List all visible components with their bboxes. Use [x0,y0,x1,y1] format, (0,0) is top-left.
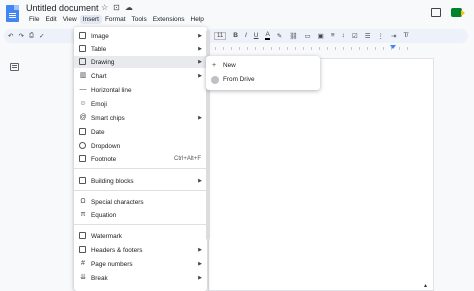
menu-item-footnote[interactable]: Footnote Ctrl+Alt+F [74,153,207,165]
drawing-icon [79,58,87,66]
comment-history-icon[interactable] [431,8,441,17]
submenu-arrow-icon: ▶ [198,115,202,121]
line-spacing-icon[interactable]: ↕ [342,32,345,39]
menu-item-smart-chips[interactable]: @ Smart chips ▶ [74,112,207,124]
emoji-icon: ☺ [79,100,87,107]
submenu-arrow-icon: ▶ [198,178,202,184]
move-folder-icon[interactable]: ⊡ [113,3,120,12]
special-characters-icon: Ω [80,198,86,205]
indent-icon[interactable]: ⇥ [391,32,396,40]
ruler[interactable] [215,45,415,51]
document-page[interactable] [208,58,434,291]
submenu-item-from-drive[interactable]: From Drive [206,73,320,86]
menu-item-emoji[interactable]: ☺ Emoji [74,98,207,110]
highlight-icon[interactable]: ✎ [277,32,282,40]
horizontal-line-icon: — [79,86,87,93]
text-color-button[interactable]: A [265,31,270,40]
menu-item-table[interactable]: Table ▶ [74,43,207,55]
spellcheck-icon[interactable]: ✓ [39,32,44,40]
submenu-arrow-icon: ▶ [198,261,202,267]
dropdown-icon [79,142,87,150]
italic-button[interactable]: I [245,32,247,39]
indent-marker-icon[interactable] [390,45,396,49]
chart-icon: ▥ [79,72,87,79]
footnote-shortcut: Ctrl+Alt+F [173,156,201,162]
watermark-icon [79,232,87,240]
submenu-item-new[interactable]: + New [206,59,320,72]
submenu-arrow-icon: ▶ [198,59,202,65]
link-icon[interactable]: ⛓ [289,32,297,40]
menu-tools[interactable]: Tools [129,15,150,24]
insert-image-icon[interactable]: ▣ [318,32,324,40]
building-blocks-icon [79,177,87,185]
menu-separator [74,190,207,191]
smart-chips-icon: @ [79,114,87,121]
undo-icon[interactable]: ↶ [8,32,13,40]
menu-extensions[interactable]: Extensions [150,15,188,24]
document-title[interactable]: Untitled document [26,3,99,13]
menu-help[interactable]: Help [188,15,207,24]
menu-item-dropdown[interactable]: Dropdown [74,140,207,152]
drawing-submenu: + New From Drive [206,56,320,90]
menu-item-date[interactable]: Date [74,126,207,138]
menu-item-building-blocks[interactable]: Building blocks ▶ [74,175,207,187]
menu-item-watermark[interactable]: Watermark [74,230,207,242]
menu-item-chart[interactable]: ▥ Chart ▶ [74,70,207,82]
menu-item-page-numbers[interactable]: # Page numbers ▶ [74,258,207,270]
menu-separator [74,224,207,225]
menu-format[interactable]: Format [102,15,129,24]
menu-file[interactable]: File [26,15,42,24]
menu-bar: File Edit View Insert Format Tools Exten… [26,15,207,24]
cursor-icon: ▴ [424,283,428,289]
image-icon [79,32,87,40]
redo-icon[interactable]: ↷ [18,32,23,40]
bullet-list-icon[interactable]: ☰ [365,32,371,40]
drive-icon [211,75,219,84]
menu-item-equation[interactable]: π Equation [74,209,207,221]
equation-icon: π [80,211,86,218]
date-icon [79,128,87,136]
meet-icon[interactable] [451,8,465,17]
submenu-arrow-icon: ▶ [198,275,202,281]
menu-item-image[interactable]: Image ▶ [74,30,207,42]
checklist-icon[interactable]: ☑ [352,32,358,40]
break-icon: ⇊ [80,274,86,281]
font-size-field[interactable]: 11 [214,31,227,40]
align-icon[interactable]: ≡ [331,32,335,39]
submenu-arrow-icon: ▶ [198,33,202,39]
menu-view[interactable]: View [60,15,80,24]
numbered-list-icon[interactable]: ⋮ [378,32,385,40]
document-outline-icon[interactable] [10,63,19,71]
headers-footers-icon [79,246,87,254]
star-icon[interactable]: ☆ [101,3,108,12]
insert-menu: Image ▶ Table ▶ Drawing ▶ ▥ Chart ▶ — Ho… [74,27,207,291]
plus-icon: + [212,62,217,69]
add-comment-icon[interactable]: ▭ [305,32,311,40]
bold-button[interactable]: B [233,32,238,39]
footnote-icon [79,155,87,163]
submenu-arrow-icon: ▶ [198,46,202,52]
print-icon[interactable]: ⎙ [29,32,34,40]
menu-item-headers-footers[interactable]: Headers & footers ▶ [74,244,207,256]
menu-separator [74,168,207,169]
submenu-arrow-icon: ▶ [198,73,202,79]
menu-item-horizontal-line[interactable]: — Horizontal line [74,84,207,96]
title-bar: Untitled document ☆ ⊡ ☁ File Edit View I… [0,0,474,28]
docs-logo-icon[interactable] [6,5,19,22]
cloud-status-icon: ☁ [124,3,133,12]
menu-item-break[interactable]: ⇊ Break ▶ [74,272,207,284]
menu-edit[interactable]: Edit [42,15,59,24]
table-icon [79,45,87,53]
submenu-arrow-icon: ▶ [198,247,202,253]
menu-item-drawing[interactable]: Drawing ▶ [74,56,207,68]
page-numbers-icon: # [81,260,85,267]
menu-item-special-characters[interactable]: Ω Special characters [74,196,207,208]
clear-formatting-icon[interactable]: T̸ [403,32,407,39]
underline-button[interactable]: U [254,32,259,39]
menu-insert[interactable]: Insert [79,15,102,24]
